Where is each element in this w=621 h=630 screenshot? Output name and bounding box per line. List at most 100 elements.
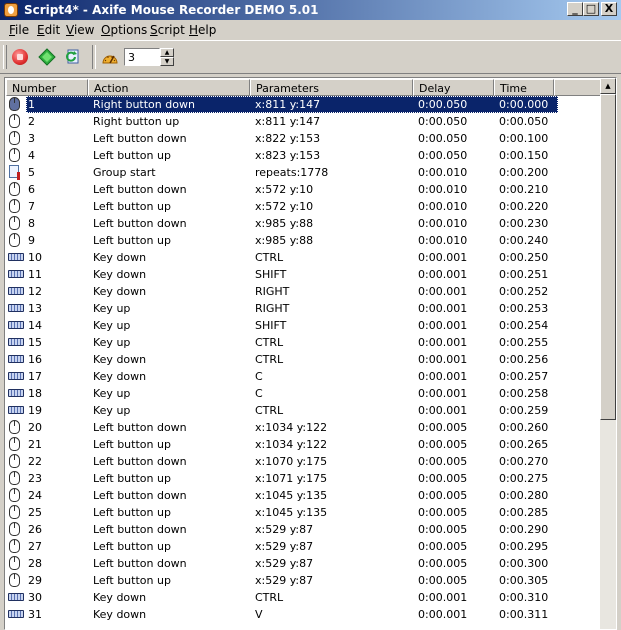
toolbar-separator (92, 45, 96, 69)
cell-time: 0:00.256 (499, 353, 549, 366)
table-row[interactable]: 15 Key up CTRL 0:00.001 0:00.255 (6, 334, 602, 351)
column-header-number[interactable]: Number (6, 79, 88, 96)
mouse-icon (9, 148, 20, 162)
cell-number: 31 (28, 608, 42, 621)
cell-number: 14 (28, 319, 42, 332)
cell-delay: 0:00.001 (418, 251, 468, 264)
cell-parameters: x:572 y:10 (255, 183, 314, 196)
column-header-time[interactable]: Time (494, 79, 554, 96)
cell-time: 0:00.290 (499, 523, 549, 536)
menu-script[interactable]: Script (150, 23, 185, 37)
mouse-icon (9, 420, 20, 434)
table-row[interactable]: 27 Left button up x:529 y:87 0:00.005 0:00.2… (6, 538, 602, 555)
scroll-up-button[interactable]: ▲ (600, 78, 616, 94)
table-row[interactable]: 11 Key down SHIFT 0:00.001 0:00.251 (6, 266, 602, 283)
stop-button[interactable] (8, 46, 32, 68)
table-row[interactable]: 12 Key down RIGHT 0:00.001 0:00.252 (6, 283, 602, 300)
menu-file[interactable]: File (9, 23, 29, 37)
table-row[interactable]: 10 Key down CTRL 0:00.001 0:00.250 (6, 249, 602, 266)
table-row[interactable]: 31 Key down V 0:00.001 0:00.311 (6, 606, 602, 623)
cell-delay: 0:00.005 (418, 506, 468, 519)
cell-action: Left button up (93, 506, 171, 519)
app-icon[interactable] (4, 3, 18, 17)
table-row[interactable]: 16 Key down CTRL 0:00.001 0:00.256 (6, 351, 602, 368)
table-row[interactable]: 28 Left button down x:529 y:87 0:00.005 0:00… (6, 555, 602, 572)
column-header-action[interactable]: Action (88, 79, 250, 96)
close-button[interactable]: X (601, 2, 617, 16)
vertical-scrollbar[interactable]: ▲ (600, 78, 616, 629)
play-button[interactable] (35, 46, 59, 68)
table-row[interactable]: 6 Left button down x:572 y:10 0:00.010 0:00.… (6, 181, 602, 198)
cell-time: 0:00.295 (499, 540, 549, 553)
column-header-delay[interactable]: Delay (413, 79, 494, 96)
table-row[interactable]: 9 Left button up x:985 y:88 0:00.010 0:00.24… (6, 232, 602, 249)
table-row[interactable]: 14 Key up SHIFT 0:00.001 0:00.254 (6, 317, 602, 334)
table-row[interactable]: 21 Left button up x:1034 y:122 0:00.005 0:00… (6, 436, 602, 453)
spin-up-button[interactable]: ▲ (160, 48, 174, 57)
menu-options[interactable]: Options (101, 23, 147, 37)
cell-time: 0:00.259 (499, 404, 549, 417)
repeat-count-input[interactable]: 3 (124, 48, 160, 66)
table-row[interactable]: 26 Left button down x:529 y:87 0:00.005 0:00… (6, 521, 602, 538)
cell-parameters: x:1034 y:122 (255, 438, 328, 451)
cell-parameters: x:529 y:87 (255, 557, 314, 570)
spin-down-button[interactable]: ▼ (160, 57, 174, 66)
cell-delay: 0:00.050 (418, 98, 468, 111)
minimize-button[interactable]: _ (567, 2, 583, 16)
mouse-icon (9, 216, 20, 230)
table-row[interactable]: 20 Left button down x:1034 y:122 0:00.005 0:… (6, 419, 602, 436)
cell-time: 0:00.257 (499, 370, 549, 383)
cell-time: 0:00.300 (499, 557, 549, 570)
cell-action: Left button down (93, 557, 187, 570)
menu-help[interactable]: Help (189, 23, 216, 37)
cell-action: Left button down (93, 183, 187, 196)
cell-parameters: x:1045 y:135 (255, 506, 328, 519)
table-row[interactable]: 18 Key up C 0:00.001 0:00.258 (6, 385, 602, 402)
cell-time: 0:00.260 (499, 421, 549, 434)
menu-script-label: cript (157, 23, 185, 37)
title-bar[interactable]: Script4* - Axife Mouse Recorder DEMO 5.0… (0, 0, 621, 20)
table-row[interactable]: 22 Left button down x:1070 y:175 0:00.005 0:… (6, 453, 602, 470)
toolbar-grip[interactable] (3, 45, 7, 69)
menu-view-label: iew (73, 23, 95, 37)
mouse-icon (9, 505, 20, 519)
cell-parameters: CTRL (255, 336, 284, 349)
cell-action: Left button up (93, 149, 171, 162)
table-row[interactable]: 23 Left button up x:1071 y:175 0:00.005 0:00… (6, 470, 602, 487)
maximize-button[interactable]: □ (583, 2, 599, 16)
table-row[interactable]: 19 Key up CTRL 0:00.001 0:00.259 (6, 402, 602, 419)
table-row[interactable]: 17 Key down C 0:00.001 0:00.257 (6, 368, 602, 385)
cell-action: Key up (93, 404, 131, 417)
table-row[interactable]: 13 Key up RIGHT 0:00.001 0:00.253 (6, 300, 602, 317)
cell-number: 28 (28, 557, 42, 570)
table-row[interactable]: 3 Left button down x:822 y:153 0:00.050 0:00… (6, 130, 602, 147)
speed-button[interactable] (98, 46, 122, 68)
column-header-filler (554, 79, 602, 96)
menu-edit[interactable]: Edit (37, 23, 60, 37)
table-row[interactable]: 5 Group start repeats:1778 0:00.010 0:00.200 (6, 164, 602, 181)
table-row[interactable]: 8 Left button down x:985 y:88 0:00.010 0:00.… (6, 215, 602, 232)
column-header-parameters[interactable]: Parameters (250, 79, 413, 96)
table-row[interactable]: 7 Left button up x:572 y:10 0:00.010 0:00.22… (6, 198, 602, 215)
script-list[interactable]: Number Action Parameters Delay Time 1 Rig… (4, 77, 617, 630)
keyboard-icon (8, 270, 24, 278)
cell-delay: 0:00.050 (418, 149, 468, 162)
table-row[interactable]: 30 Key down CTRL 0:00.001 0:00.310 (6, 589, 602, 606)
menu-script-accel: S (150, 23, 158, 37)
table-row[interactable]: 2 Right button up x:811 y:147 0:00.050 0:00.… (6, 113, 602, 130)
repeat-count-spinner: ▲ ▼ (160, 48, 174, 66)
table-row[interactable]: 1 Right button down x:811 y:147 0:00.050 0:0… (6, 96, 602, 113)
cell-time: 0:00.311 (499, 608, 549, 621)
cell-parameters: x:529 y:87 (255, 540, 314, 553)
cell-delay: 0:00.001 (418, 608, 468, 621)
table-row[interactable]: 4 Left button up x:823 y:153 0:00.050 0:00.1… (6, 147, 602, 164)
mouse-icon (9, 437, 20, 451)
window-title: Script4* - Axife Mouse Recorder DEMO 5.0… (24, 3, 319, 17)
table-row[interactable]: 29 Left button up x:529 y:87 0:00.005 0:00.3… (6, 572, 602, 589)
table-row[interactable]: 24 Left button down x:1045 y:135 0:00.005 0:… (6, 487, 602, 504)
record-button[interactable] (62, 46, 86, 68)
table-row[interactable]: 25 Left button up x:1045 y:135 0:00.005 0:00… (6, 504, 602, 521)
scroll-thumb[interactable] (600, 94, 616, 420)
keyboard-icon (8, 304, 24, 312)
menu-view[interactable]: View (66, 23, 94, 37)
